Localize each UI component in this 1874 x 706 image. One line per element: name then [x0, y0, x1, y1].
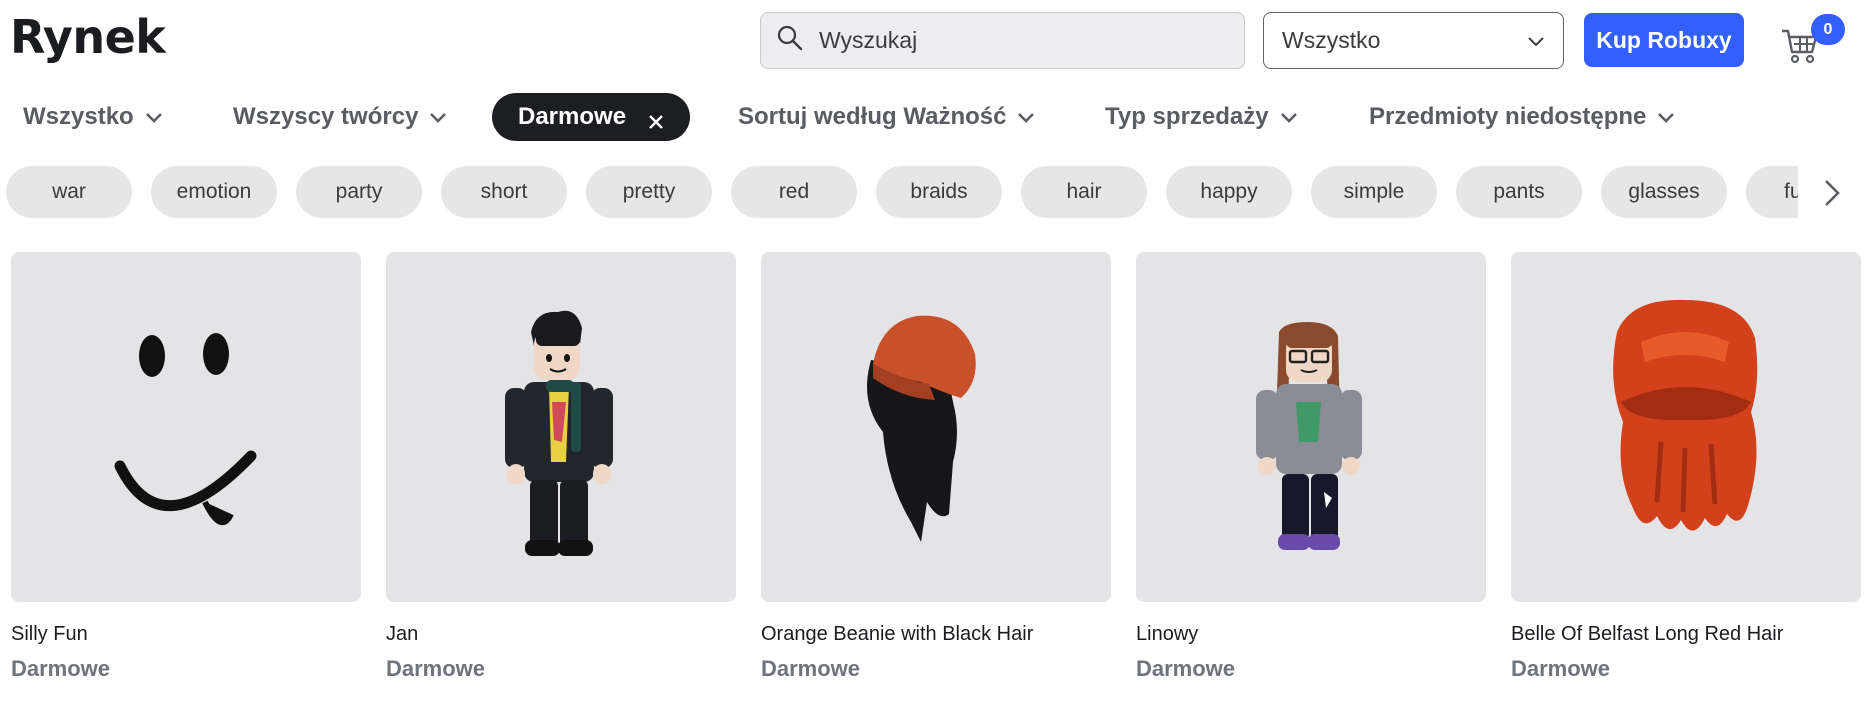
search-input[interactable]: [819, 27, 1219, 54]
tag-chip[interactable]: war: [6, 166, 132, 218]
chevron-down-icon: [1527, 27, 1545, 54]
page-title: Rynek: [10, 10, 166, 64]
chevron-down-icon: [144, 107, 164, 127]
item-card[interactable]: Belle Of Belfast Long Red Hair Darmowe: [1511, 252, 1861, 682]
tag-chip[interactable]: red: [731, 166, 857, 218]
category-select[interactable]: Wszystko: [1263, 12, 1564, 69]
chevron-down-icon: [1016, 107, 1036, 127]
chevron-down-icon: [1279, 107, 1299, 127]
search-box[interactable]: [760, 12, 1245, 69]
item-thumbnail[interactable]: [1136, 252, 1486, 602]
item-name[interactable]: Belle Of Belfast Long Red Hair: [1511, 623, 1861, 646]
item-card[interactable]: Silly Fun Darmowe: [11, 252, 361, 682]
avatar-boy-image: [505, 310, 613, 556]
tag-chip[interactable]: party: [296, 166, 422, 218]
filter-sale-type[interactable]: Typ sprzedaży: [1105, 93, 1299, 141]
avatar-girl-image: [1256, 322, 1362, 550]
tag-chip[interactable]: braids: [876, 166, 1002, 218]
search-icon: [776, 24, 804, 57]
buy-robux-button[interactable]: Kup Robuxy: [1584, 13, 1744, 67]
item-thumbnail[interactable]: [761, 252, 1111, 602]
item-price: Darmowe: [1136, 656, 1236, 681]
tag-chip[interactable]: short: [441, 166, 567, 218]
item-name[interactable]: Jan: [386, 623, 736, 646]
item-thumbnail[interactable]: [11, 252, 361, 602]
filter-sort[interactable]: Sortuj według Ważność: [738, 93, 1036, 141]
filter-unavailable-label: Przedmioty niedostępne: [1369, 103, 1647, 130]
tag-carousel: war emotion party short pretty red braid…: [0, 166, 1874, 218]
filter-sale-type-label: Typ sprzedaży: [1105, 103, 1269, 130]
filter-free-label: Darmowe: [518, 103, 627, 130]
tag-chip[interactable]: emotion: [151, 166, 277, 218]
smiley-face-image: [114, 333, 257, 526]
filter-category-label: Wszystko: [23, 103, 134, 130]
beanie-hair-image: [867, 315, 976, 542]
item-price: Darmowe: [386, 656, 486, 681]
tag-chip[interactable]: pants: [1456, 166, 1582, 218]
item-price: Darmowe: [1511, 656, 1611, 681]
tag-chip[interactable]: fu: [1746, 166, 1806, 218]
chevron-right-icon[interactable]: [1820, 178, 1844, 208]
item-name[interactable]: Silly Fun: [11, 623, 361, 646]
item-name[interactable]: Orange Beanie with Black Hair: [761, 623, 1111, 646]
close-icon[interactable]: [648, 109, 664, 129]
filter-category[interactable]: Wszystko: [23, 93, 164, 141]
item-price: Darmowe: [761, 656, 861, 681]
filter-free-active[interactable]: Darmowe: [492, 93, 691, 141]
item-card[interactable]: Orange Beanie with Black Hair Darmowe: [761, 252, 1111, 682]
filter-unavailable[interactable]: Przedmioty niedostępne: [1369, 93, 1676, 141]
chevron-down-icon: [428, 107, 448, 127]
item-thumbnail[interactable]: [386, 252, 736, 602]
tag-chip[interactable]: hair: [1021, 166, 1147, 218]
filter-bar: Wszystko Wszyscy twórcy Darmowe Sortuj w…: [0, 93, 1874, 141]
item-price: Darmowe: [11, 656, 111, 681]
item-name[interactable]: Linowy: [1136, 623, 1486, 646]
category-select-value: Wszystko: [1282, 27, 1381, 53]
item-card[interactable]: Linowy Darmowe: [1136, 252, 1486, 682]
tag-chip[interactable]: pretty: [586, 166, 712, 218]
item-card[interactable]: Jan Darmowe: [386, 252, 736, 682]
item-thumbnail[interactable]: [1511, 252, 1861, 602]
filter-creators[interactable]: Wszyscy twórcy: [233, 93, 448, 141]
tag-chip[interactable]: happy: [1166, 166, 1292, 218]
long-red-hair-image: [1613, 299, 1758, 531]
tag-chip[interactable]: glasses: [1601, 166, 1727, 218]
cart-count-badge: 0: [1811, 14, 1845, 45]
filter-creators-label: Wszyscy twórcy: [233, 103, 419, 130]
tag-chip[interactable]: simple: [1311, 166, 1437, 218]
filter-sort-label: Sortuj według Ważność: [738, 103, 1007, 130]
chevron-down-icon: [1656, 107, 1676, 127]
